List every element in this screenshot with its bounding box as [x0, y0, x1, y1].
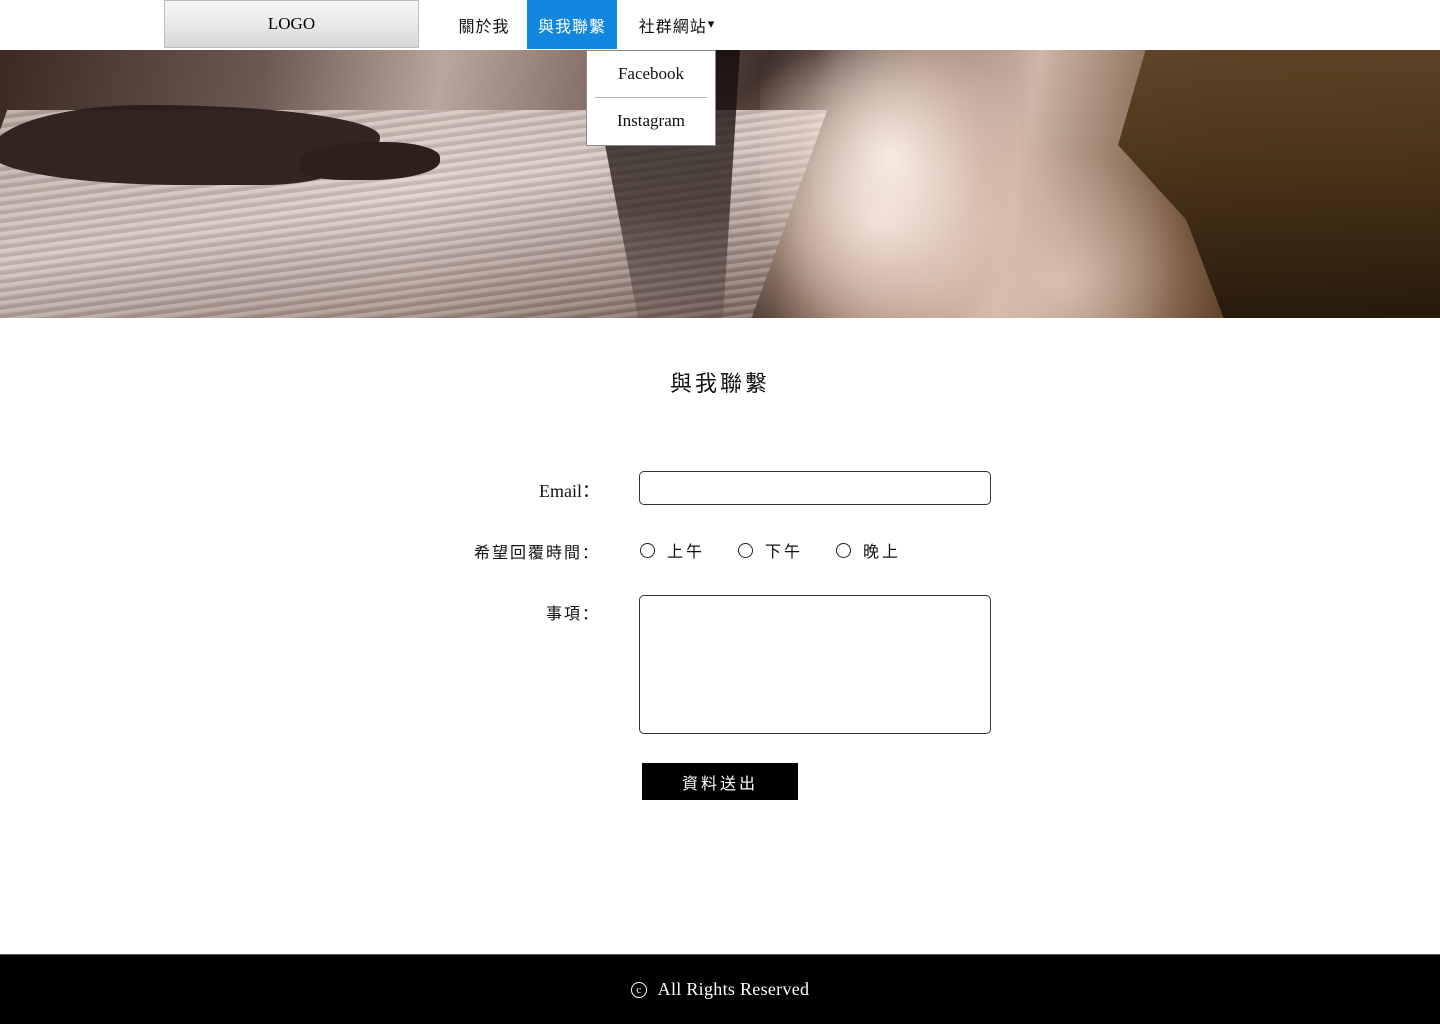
radio-label: 上午	[667, 542, 706, 561]
nav-item-social[interactable]: 社群網站 ▾	[628, 0, 726, 49]
radio-label: 下午	[765, 542, 804, 561]
top-navbar: LOGO 關於我 與我聯繫 社群網站 ▾	[0, 0, 1440, 50]
logo[interactable]: LOGO	[164, 0, 419, 48]
matter-label: 事項：	[545, 604, 600, 623]
radio-circle-icon[interactable]	[640, 542, 655, 558]
hero-cliff-shape	[1118, 50, 1440, 318]
caret-down-icon: ▾	[707, 17, 716, 32]
radio-circle-icon[interactable]	[836, 542, 852, 558]
radio-label: 晚上	[863, 542, 902, 561]
page-title: 與我聯繫	[669, 372, 770, 397]
radio-option-evening[interactable]: 晚上	[836, 538, 901, 562]
matter-textarea[interactable]	[639, 595, 991, 734]
reply-time-radio-group: 上午 下午 晚上	[640, 538, 934, 562]
dropdown-item-facebook[interactable]: Facebook	[587, 51, 715, 97]
social-dropdown-menu: Facebook Instagram	[586, 50, 716, 146]
dropdown-item-instagram[interactable]: Instagram	[587, 98, 715, 144]
footer-text: All Rights Reserved	[657, 979, 810, 999]
reply-time-label: 希望回覆時間：	[473, 543, 600, 562]
copyright-icon: c	[630, 981, 647, 998]
nav-item-about[interactable]: 關於我	[449, 0, 519, 49]
radio-option-afternoon[interactable]: 下午	[738, 538, 803, 562]
page: LOGO 關於我 與我聯繫 社群網站 ▾ Facebook Instagram …	[0, 0, 1440, 1024]
radio-option-morning[interactable]: 上午	[640, 538, 705, 562]
footer: c All Rights Reserved	[0, 954, 1440, 1024]
hero-rock-shape	[300, 142, 440, 180]
nav-item-contact[interactable]: 與我聯繫	[527, 0, 617, 49]
nav-item-about-label: 關於我	[458, 16, 510, 36]
radio-circle-icon[interactable]	[738, 542, 754, 558]
email-label: Email：	[539, 481, 600, 501]
nav-item-social-label: 社群網站	[638, 16, 707, 36]
hero-waterfall-image	[0, 50, 1440, 318]
email-field[interactable]	[639, 471, 991, 505]
nav-item-contact-label: 與我聯繫	[537, 16, 606, 36]
hero-mist-shape	[760, 50, 1020, 318]
submit-button[interactable]: 資料送出	[642, 763, 798, 800]
